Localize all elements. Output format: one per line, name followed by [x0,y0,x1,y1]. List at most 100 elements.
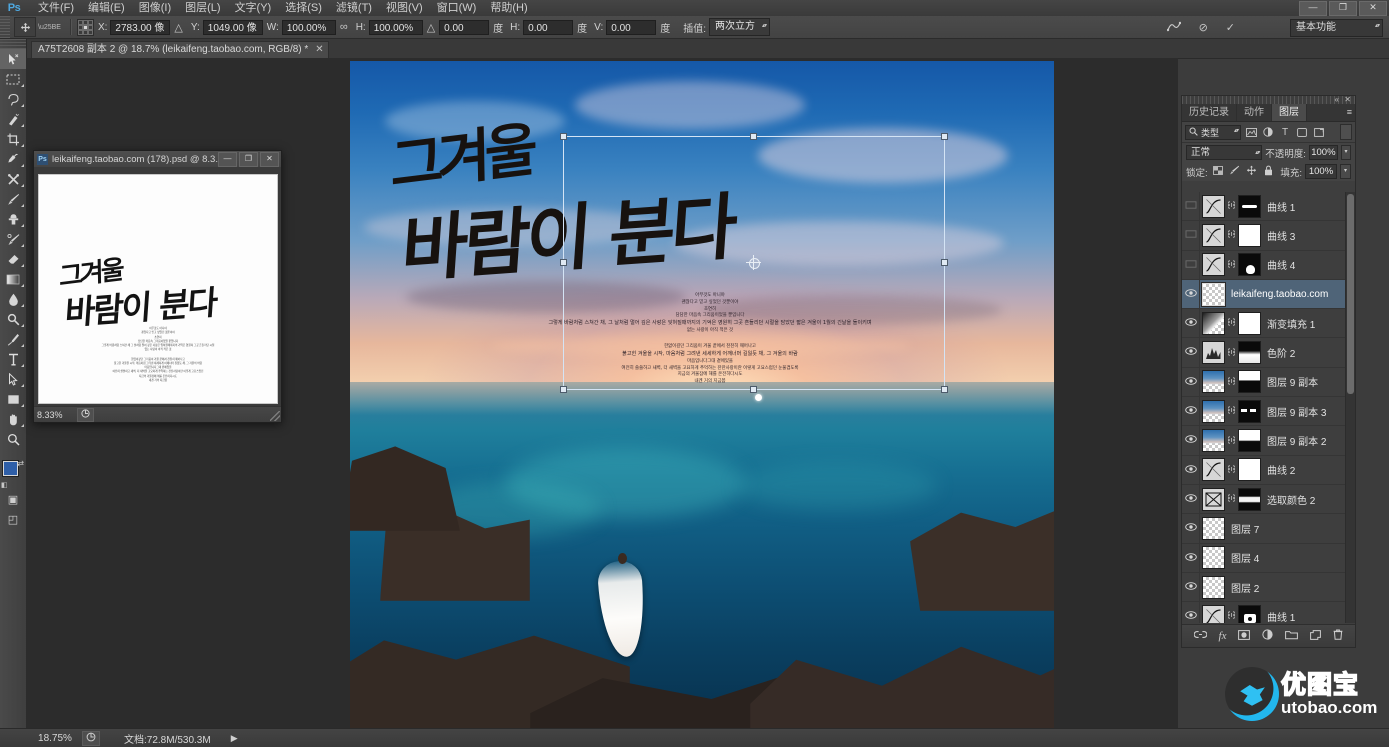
link-aspect-ratio-icon[interactable]: ∞ [340,21,348,33]
floating-restore-button[interactable]: ❐ [239,151,258,167]
tool-submenu-icon[interactable] [21,124,24,127]
floating-close-button[interactable]: ✕ [260,151,279,167]
rotate-input[interactable]: 0.00 [439,19,490,35]
layer-style-fx-icon[interactable]: fx [1219,630,1227,642]
floating-document-page[interactable]: 그겨울 바람이 분다 아무것도 아니야 괜찮다고 믿고 싶었던 것뿐이야 초연히… [38,174,278,404]
menu-edit[interactable]: 编辑(E) [81,0,132,16]
tool-submenu-icon[interactable] [21,404,24,407]
layer-mask-link-icon[interactable] [1227,229,1236,241]
lock-position-icon[interactable] [1245,165,1259,179]
menu-layer[interactable]: 图层(L) [178,0,227,16]
tool-preset-chevron-down-icon[interactable]: \u25BE [38,24,61,31]
layer-mask-link-icon[interactable] [1227,493,1236,505]
layer-row[interactable]: 曲线 1 [1182,602,1355,623]
layer-visibility-eye-icon[interactable] [1182,367,1200,397]
zoom-tool[interactable] [0,429,26,449]
lock-all-icon[interactable] [1262,165,1276,179]
tool-submenu-icon[interactable] [21,284,24,287]
cancel-transform-icon[interactable]: ⊘ [1199,21,1208,34]
layer-visibility-eye-icon[interactable] [1182,397,1200,426]
layer-thumbnail[interactable] [1202,370,1225,394]
layer-thumbnail[interactable] [1202,575,1225,599]
layer-row[interactable]: 图层 7 [1182,514,1355,544]
tool-submenu-icon[interactable] [21,104,24,107]
tab-layers[interactable]: 图层 [1272,104,1307,121]
layers-scrollbar-thumb[interactable] [1347,194,1354,394]
pixel-filter-icon[interactable] [1244,125,1258,140]
layer-visibility-eye-icon[interactable] [1182,250,1200,279]
skew-h-input[interactable]: 0.00 [523,19,574,35]
layer-mask-thumbnail[interactable] [1238,341,1261,365]
layer-mask-link-icon[interactable] [1227,376,1236,388]
layer-visibility-eye-icon[interactable] [1182,514,1200,543]
layer-visibility-eye-icon[interactable] [1182,221,1200,250]
eraser-tool[interactable] [0,249,26,269]
y-input[interactable]: 1049.00 像 [202,19,263,35]
x-input[interactable]: 2783.00 像 [110,19,171,35]
blend-mode-select[interactable]: 正常 ▴▾ [1186,145,1263,160]
clone-stamp-tool[interactable] [0,209,26,229]
layer-visibility-eye-icon[interactable] [1182,484,1200,514]
floating-window-resize-grip[interactable] [270,411,280,421]
layer-thumbnail[interactable] [1202,311,1225,335]
layer-visibility-eye-icon[interactable] [1182,455,1200,484]
layer-visibility-eye-icon[interactable] [1182,192,1200,221]
tool-submenu-icon[interactable] [21,244,24,247]
color-swatches[interactable]: ⇄ ◧ [0,459,26,489]
layer-mask-thumbnail[interactable] [1238,429,1261,453]
tab-history[interactable]: 历史记录 [1182,104,1237,121]
layer-row[interactable]: 图层 9 副本 2 [1182,426,1355,456]
width-input[interactable]: 100.00% [281,19,336,35]
new-layer-icon[interactable] [1310,629,1322,643]
tool-submenu-icon[interactable] [21,164,24,167]
tool-submenu-icon[interactable] [21,184,24,187]
layer-mask-thumbnail[interactable] [1238,370,1261,394]
tool-submenu-icon[interactable] [21,144,24,147]
new-adjustment-layer-icon[interactable] [1262,629,1274,643]
status-menu-arrow-icon[interactable]: ▶ [231,733,238,744]
document-icon[interactable] [77,407,94,422]
layer-row[interactable]: 选取颜色 2 [1182,484,1355,515]
opacity-slider-chevron-down-icon[interactable]: ▾ [1340,145,1351,160]
fill-value[interactable]: 100% [1305,164,1337,179]
default-colors-icon[interactable]: ◧ [1,481,8,489]
restore-button[interactable]: ❐ [1329,1,1357,16]
layer-row[interactable]: 色阶 2 [1182,338,1355,368]
menu-file[interactable]: 文件(F) [31,0,81,16]
layer-mask-thumbnail[interactable] [1238,604,1261,623]
link-layers-icon[interactable] [1193,630,1207,642]
healing-brush-tool[interactable] [0,169,26,189]
layer-thumbnail[interactable] [1202,458,1225,482]
dodge-tool[interactable] [0,309,26,329]
layer-mask-link-icon[interactable] [1227,464,1236,476]
menu-select[interactable]: 选择(S) [278,0,329,16]
lock-transparent-pixels-icon[interactable] [1211,165,1225,178]
layer-visibility-eye-icon[interactable] [1182,426,1200,455]
layer-mask-link-icon[interactable] [1227,610,1236,622]
workspace-selector[interactable]: 基本功能 [1290,19,1383,37]
options-bar-gripper[interactable] [0,16,10,38]
tab-actions[interactable]: 动作 [1237,104,1272,121]
tool-submenu-icon[interactable] [21,364,24,367]
reference-point-grid[interactable] [76,18,94,36]
rectangle-tool[interactable] [0,389,26,409]
screen-mode-toggle[interactable]: ◰ [0,509,26,529]
layer-row[interactable]: 图层 2 [1182,572,1355,603]
layer-visibility-eye-icon[interactable] [1182,543,1200,572]
foreground-color-swatch[interactable] [3,461,18,476]
swap-colors-icon[interactable]: ⇄ [17,459,24,468]
floating-window-titlebar[interactable]: Ps leikaifeng.taobao.com (178).psd @ 8.3… [34,151,281,168]
layer-mask-link-icon[interactable] [1227,405,1236,417]
fill-slider-chevron-down-icon[interactable]: ▾ [1340,164,1351,179]
tool-submenu-icon[interactable] [21,84,24,87]
document-tab[interactable]: A75T2608 副本 2 @ 18.7% (leikaifeng.taobao… [31,41,329,58]
layer-mask-thumbnail[interactable] [1238,194,1261,218]
layer-thumbnail[interactable] [1202,223,1225,247]
smart-object-filter-icon[interactable] [1312,125,1326,140]
menu-help[interactable]: 帮助(H) [483,0,534,16]
layer-thumbnail[interactable] [1202,487,1225,511]
move-tool[interactable] [0,49,26,69]
layer-mask-thumbnail[interactable] [1238,399,1261,423]
tools-panel-gripper[interactable] [0,39,26,49]
brush-tool[interactable] [0,189,26,209]
